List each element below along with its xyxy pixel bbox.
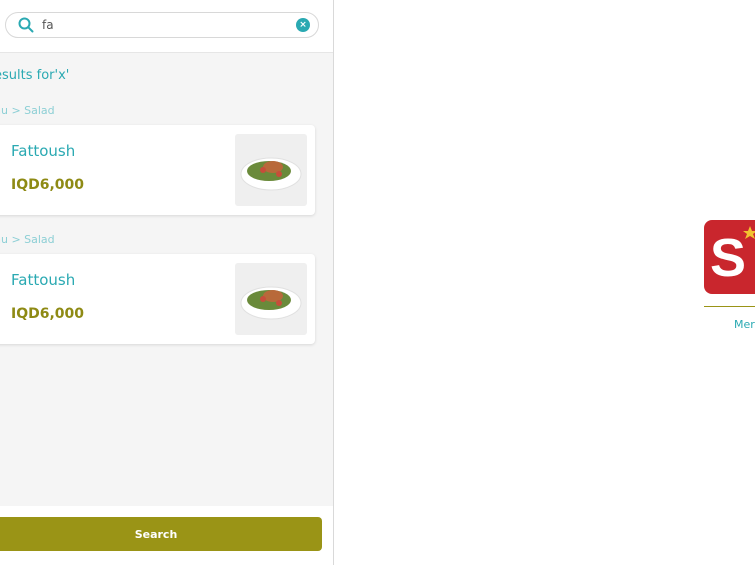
results-heading: esults for'x' xyxy=(0,68,70,83)
food-image xyxy=(235,134,307,206)
logo-underline xyxy=(704,306,755,307)
clear-icon[interactable]: × xyxy=(296,18,310,32)
item-price: IQD6,000 xyxy=(11,306,85,322)
search-button[interactable]: Search xyxy=(0,517,322,551)
food-image xyxy=(235,263,307,335)
breadcrumb: nu > Salad xyxy=(0,233,55,246)
panel-divider xyxy=(333,0,334,565)
logo: S xyxy=(704,220,755,294)
brand-logo: S xyxy=(700,220,755,307)
svg-text:S: S xyxy=(710,228,746,288)
result-card[interactable]: Fattoush IQD6,000 xyxy=(0,125,315,215)
search-bar[interactable]: × xyxy=(5,12,319,38)
search-panel: × esults for'x' nu > Salad Fattoush IQD6… xyxy=(0,0,333,565)
search-input[interactable] xyxy=(42,16,282,34)
item-name: Fattoush xyxy=(11,271,76,289)
menu-label: Mer xyxy=(734,318,755,331)
item-name: Fattoush xyxy=(11,142,76,160)
search-icon xyxy=(18,17,34,33)
result-card[interactable]: Fattoush IQD6,000 xyxy=(0,254,315,344)
breadcrumb: nu > Salad xyxy=(0,104,55,117)
item-price: IQD6,000 xyxy=(11,177,85,193)
